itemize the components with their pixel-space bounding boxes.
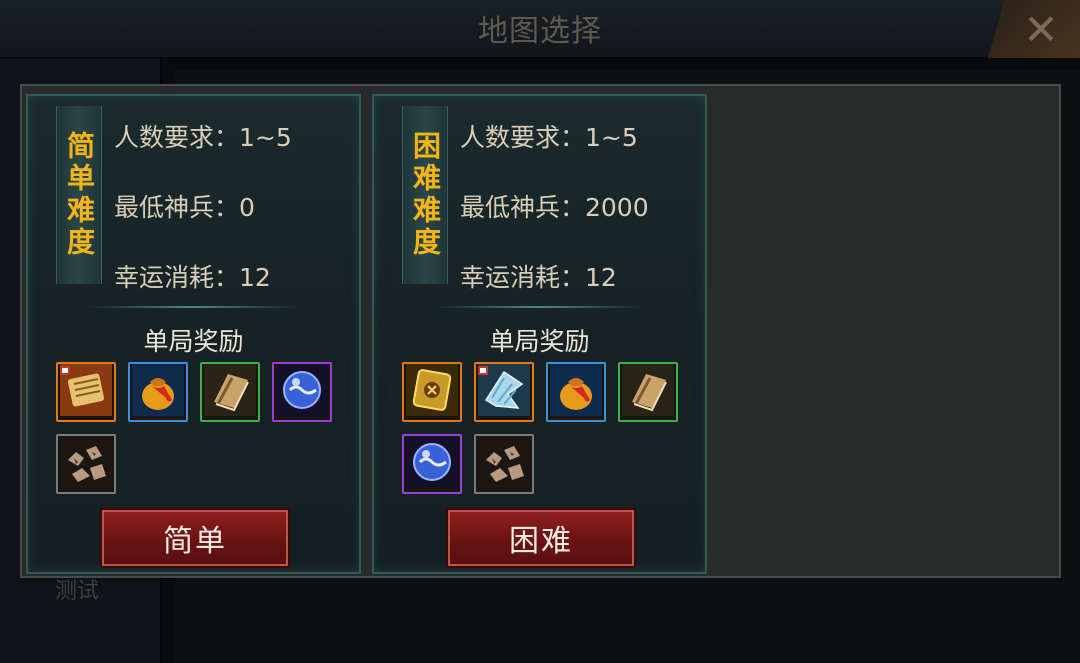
hard-button[interactable]: 困难 — [448, 510, 634, 566]
ore-icon — [60, 436, 112, 492]
difficulty-tag-text: 简单难度 — [63, 131, 96, 259]
reward-item[interactable] — [402, 362, 462, 422]
reward-item[interactable] — [474, 434, 534, 494]
reward-item[interactable] — [56, 362, 116, 422]
bound-marker-icon — [478, 366, 488, 375]
min-weapon-requirement: 最低神兵：0 — [114, 193, 255, 222]
difficulty-tag-text: 困难难度 — [409, 131, 442, 259]
reward-item[interactable] — [56, 434, 116, 494]
difficulty-card-easy: 简单难度 人数要求：1~5 最低神兵：0 幸运消耗：12 单局奖励 简单 — [26, 94, 361, 574]
reward-item[interactable] — [546, 362, 606, 422]
difficulty-tag: 困难难度 — [402, 106, 448, 284]
golden-relic-icon — [406, 364, 458, 420]
money-bag-icon — [132, 364, 184, 420]
reward-item[interactable] — [272, 362, 332, 422]
easy-button[interactable]: 简单 — [102, 510, 288, 566]
blue-orb-icon — [276, 364, 328, 420]
players-requirement: 人数要求：1~5 — [114, 123, 292, 152]
reward-item[interactable] — [402, 434, 462, 494]
reward-item[interactable] — [474, 362, 534, 422]
difficulty-tag: 简单难度 — [56, 106, 102, 284]
book-icon — [204, 364, 256, 420]
title-bar: 地图选择 ✕ — [0, 0, 1080, 58]
players-requirement: 人数要求：1~5 — [460, 123, 638, 152]
blue-orb-icon — [406, 436, 458, 492]
divider — [434, 306, 644, 308]
page-title: 地图选择 — [478, 14, 602, 49]
reward-title: 单局奖励 — [489, 327, 590, 356]
money-bag-icon — [550, 364, 602, 420]
book-icon — [622, 364, 674, 420]
reward-item[interactable] — [128, 362, 188, 422]
ore-icon — [478, 436, 530, 492]
difficulty-card-hard: 困难难度 人数要求：1~5 最低神兵：2000 幸运消耗：12 单局奖励 困难 — [372, 94, 707, 574]
luck-cost: 幸运消耗：12 — [460, 263, 617, 292]
bound-marker-icon — [60, 366, 70, 375]
reward-title: 单局奖励 — [143, 327, 244, 356]
min-weapon-requirement: 最低神兵：2000 — [460, 193, 649, 222]
reward-item[interactable] — [618, 362, 678, 422]
close-icon: ✕ — [1023, 4, 1059, 54]
divider — [88, 306, 298, 308]
luck-cost: 幸运消耗：12 — [114, 263, 271, 292]
reward-item[interactable] — [200, 362, 260, 422]
difficulty-select-modal: 简单难度 人数要求：1~5 最低神兵：0 幸运消耗：12 单局奖励 简单 困难难… — [20, 84, 1061, 578]
